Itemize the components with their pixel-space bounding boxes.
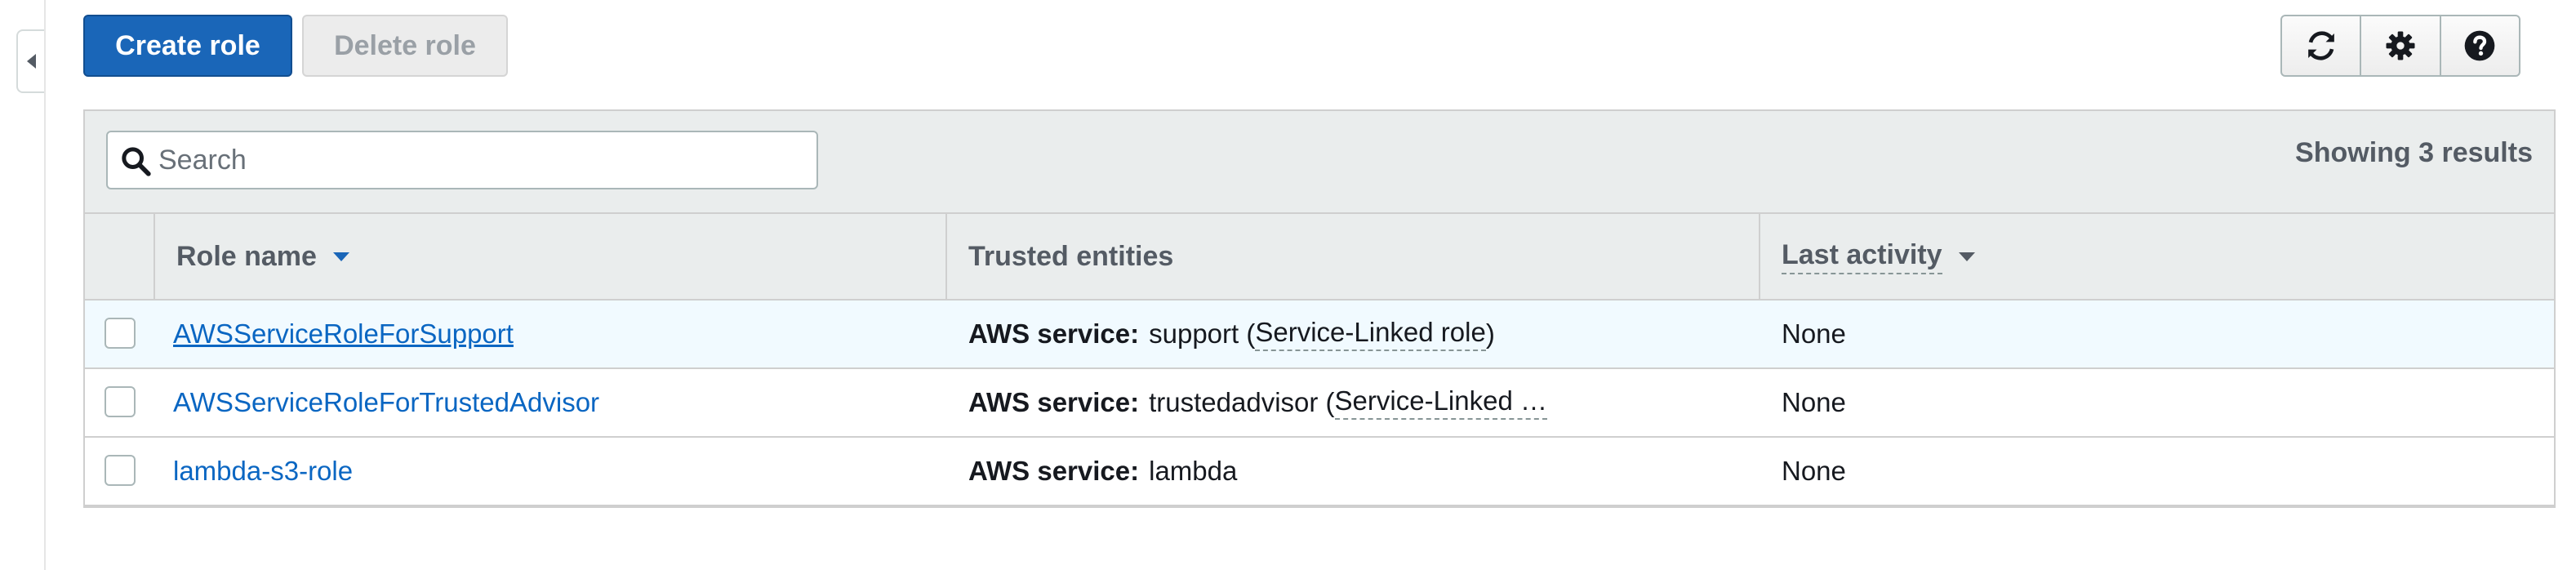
- caret-left-icon: [26, 54, 36, 69]
- preferences-button[interactable]: [2361, 16, 2441, 75]
- paren-open: (: [1239, 318, 1256, 349]
- role-link[interactable]: AWSServiceRoleForSupport: [173, 318, 514, 350]
- paren-open: (: [1318, 387, 1335, 417]
- help-button[interactable]: [2441, 16, 2519, 75]
- select-all-column: [85, 214, 155, 299]
- last-activity-header-label: Last activity: [1782, 239, 1942, 274]
- column-header-role-name[interactable]: Role name: [155, 214, 947, 299]
- entity-service: support: [1149, 318, 1239, 349]
- collapse-panel-button[interactable]: [16, 29, 44, 93]
- service-linked-label[interactable]: Service-Linked …: [1334, 385, 1547, 420]
- trusted-entity-cell: AWS service: support ( Service-Linked ro…: [968, 301, 1703, 367]
- entity-service: lambda: [1149, 456, 1238, 486]
- gear-icon: [2386, 31, 2415, 60]
- last-activity-cell: None: [1782, 318, 1846, 349]
- row-checkbox[interactable]: [105, 455, 136, 486]
- last-activity-cell: None: [1782, 387, 1846, 417]
- trusted-entities-header-label: Trusted entities: [968, 240, 1174, 272]
- search-input[interactable]: [158, 140, 803, 180]
- refresh-icon: [2307, 31, 2334, 60]
- side-rail: [0, 0, 46, 570]
- trusted-entity-cell: AWS service: lambda: [968, 438, 1703, 505]
- role-link[interactable]: AWSServiceRoleForTrustedAdvisor: [173, 387, 599, 418]
- table-header: Role name Trusted entities Last activity: [85, 214, 2554, 301]
- help-icon: [2464, 30, 2495, 61]
- sort-descending-icon: [332, 252, 349, 261]
- create-role-button[interactable]: Create role: [83, 15, 292, 77]
- role-name-header-label: Role name: [176, 240, 317, 272]
- role-link[interactable]: lambda-s3-role: [173, 456, 353, 487]
- filter-bar: Showing 3 results: [85, 111, 2554, 214]
- delete-role-button[interactable]: Delete role: [302, 15, 508, 77]
- row-checkbox[interactable]: [105, 386, 136, 417]
- table-row[interactable]: lambda-s3-role AWS service: lambda None: [85, 438, 2554, 506]
- entity-type-label: AWS service:: [968, 387, 1140, 417]
- paren-close: ): [1485, 318, 1495, 349]
- search-box[interactable]: [106, 131, 818, 189]
- entity-type-label: AWS service:: [968, 456, 1140, 486]
- column-header-last-activity[interactable]: Last activity: [1760, 214, 2554, 299]
- roles-table: Showing 3 results Role name Trusted enti…: [83, 109, 2556, 508]
- sort-caret-down-icon: [1958, 252, 1975, 261]
- table-actions-group: [2280, 15, 2520, 77]
- row-checkbox[interactable]: [105, 318, 136, 349]
- column-header-trusted-entities: Trusted entities: [947, 214, 1760, 299]
- table-row[interactable]: AWSServiceRoleForTrustedAdvisor AWS serv…: [85, 369, 2554, 438]
- refresh-button[interactable]: [2282, 16, 2362, 75]
- entity-service: trustedadvisor: [1149, 387, 1319, 417]
- service-linked-label[interactable]: Service-Linked role: [1255, 317, 1486, 351]
- last-activity-cell: None: [1782, 456, 1846, 486]
- table-row[interactable]: AWSServiceRoleForSupport AWS service: su…: [85, 301, 2554, 369]
- trusted-entity-cell: AWS service: trustedadvisor ( Service-Li…: [968, 369, 1703, 436]
- entity-type-label: AWS service:: [968, 318, 1140, 349]
- results-count: Showing 3 results: [2295, 137, 2533, 168]
- search-icon: [122, 147, 151, 176]
